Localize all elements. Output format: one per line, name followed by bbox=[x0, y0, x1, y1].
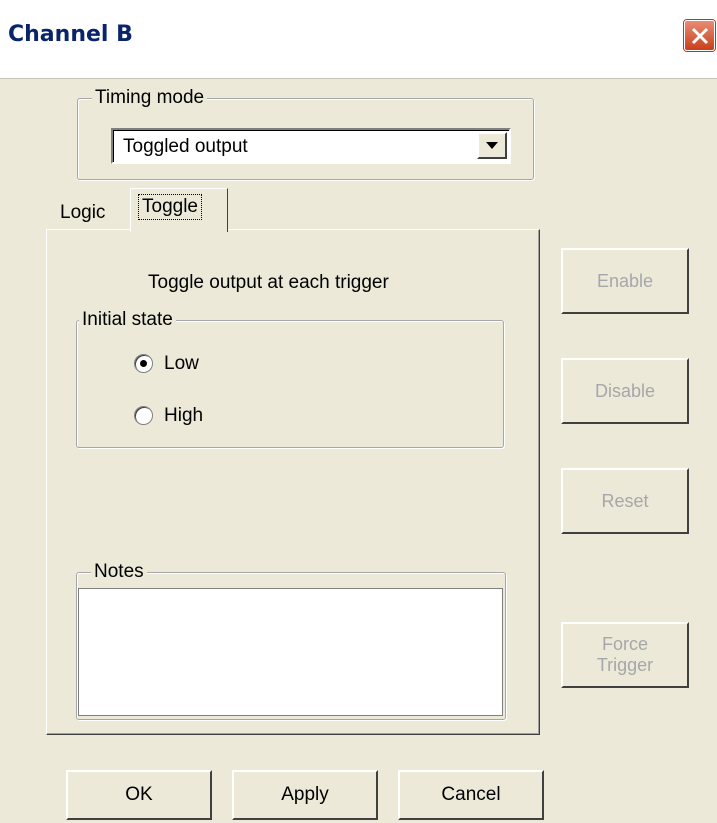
notes-textarea[interactable] bbox=[78, 588, 503, 716]
apply-button[interactable]: Apply bbox=[232, 770, 378, 820]
timing-mode-legend: Timing mode bbox=[92, 87, 208, 109]
timing-mode-value: Toggled output bbox=[123, 136, 248, 157]
cancel-button[interactable]: Cancel bbox=[398, 770, 544, 820]
notes-legend: Notes bbox=[91, 561, 147, 583]
toggle-description: Toggle output at each trigger bbox=[148, 272, 389, 293]
force-trigger-label-line2: Trigger bbox=[596, 655, 654, 675]
close-icon bbox=[691, 27, 709, 45]
initial-state-group: Initial state bbox=[76, 309, 504, 448]
timing-mode-select[interactable]: Toggled output bbox=[111, 128, 511, 164]
disable-button[interactable]: Disable bbox=[561, 358, 689, 424]
disable-label: Disable bbox=[594, 381, 656, 401]
close-button[interactable] bbox=[684, 20, 715, 51]
title-bar: Channel B bbox=[0, 0, 717, 79]
window-title: Channel B bbox=[8, 22, 133, 47]
dropdown-button[interactable] bbox=[477, 132, 507, 159]
ok-button[interactable]: OK bbox=[66, 770, 212, 820]
tab-toggle[interactable]: Toggle bbox=[130, 188, 228, 232]
chevron-down-icon bbox=[486, 142, 498, 149]
reset-button[interactable]: Reset bbox=[561, 468, 689, 534]
radio-selected-dot bbox=[140, 360, 147, 367]
tab-logic[interactable]: Logic bbox=[60, 200, 105, 226]
cancel-label: Cancel bbox=[441, 784, 501, 805]
tab-toggle-label: Toggle bbox=[138, 194, 202, 220]
apply-label: Apply bbox=[281, 784, 329, 805]
force-trigger-label-line1: Force bbox=[601, 634, 648, 654]
reset-label: Reset bbox=[601, 491, 649, 511]
tab-logic-label: Logic bbox=[60, 202, 106, 223]
force-trigger-button[interactable]: Force Trigger bbox=[561, 622, 689, 688]
radio-low-label: Low bbox=[164, 353, 199, 374]
channel-dialog: Channel B Timing mode Toggled output Log… bbox=[0, 0, 717, 823]
enable-button[interactable]: Enable bbox=[561, 248, 689, 314]
enable-label: Enable bbox=[596, 271, 654, 291]
ok-label: OK bbox=[125, 784, 153, 805]
radio-high-label: High bbox=[164, 405, 204, 426]
radio-low-circle[interactable] bbox=[134, 354, 153, 373]
radio-high-circle[interactable] bbox=[134, 406, 153, 425]
initial-state-legend: Initial state bbox=[79, 309, 176, 331]
